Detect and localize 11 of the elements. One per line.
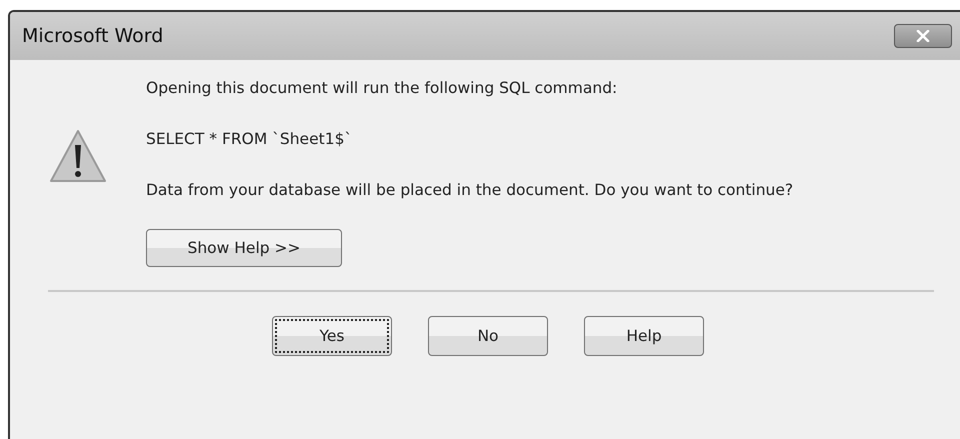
window-title: Microsoft Word [22,25,164,47]
close-icon [916,30,930,42]
dialog-button[interactable]: Yes [272,316,392,356]
message-text: Data from your database will be placed in the document. Do you want to continue? [146,180,794,201]
warning-icon [48,128,108,184]
close-button[interactable] [894,24,952,48]
dialog-button[interactable]: Help [584,316,704,356]
message-text: Opening this document will run the following SQL command: [146,78,618,99]
message-text: SELECT * FROM `Sheet1$` [146,129,354,150]
show-help-button[interactable]: Show Help >> [146,229,342,267]
dialog-button[interactable]: No [428,316,548,356]
